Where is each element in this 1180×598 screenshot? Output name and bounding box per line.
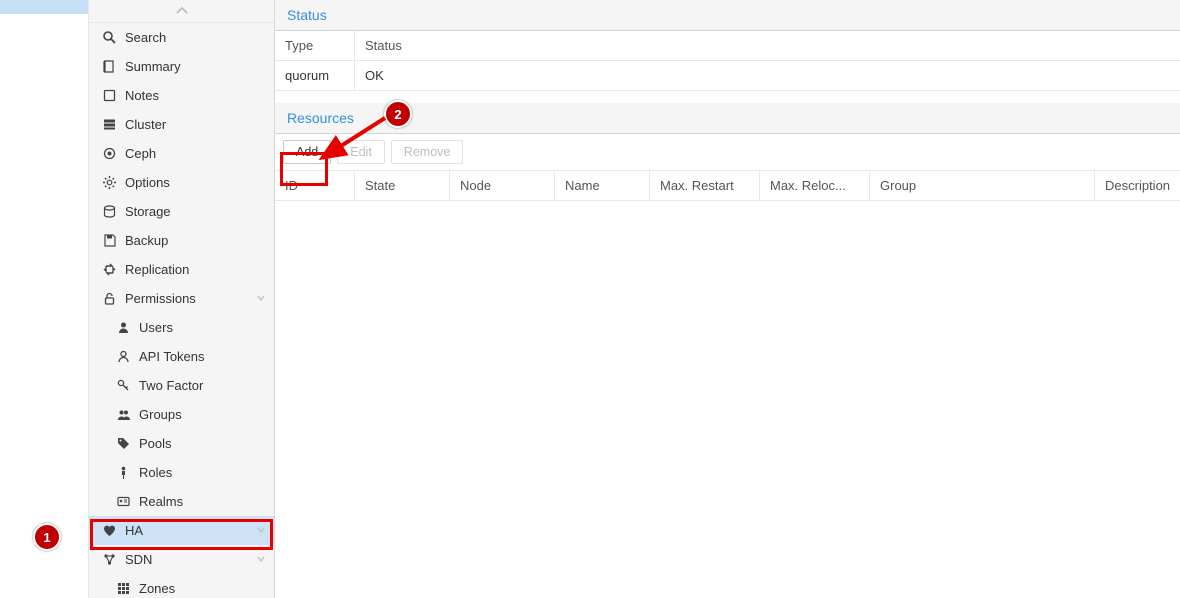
sidebar-item-label: Storage — [125, 204, 171, 219]
sidebar-item-groups[interactable]: Groups — [89, 400, 274, 429]
sidebar-item-pools[interactable]: Pools — [89, 429, 274, 458]
col-group[interactable]: Group — [870, 171, 1095, 200]
tags-icon — [115, 437, 131, 450]
book-icon — [101, 60, 117, 73]
ceph-icon — [101, 147, 117, 160]
gear-icon — [101, 176, 117, 189]
sidebar-item-label: Permissions — [125, 291, 196, 306]
status-panel-header: Status — [275, 0, 1180, 31]
sidebar-item-label: Groups — [139, 407, 182, 422]
chevron-down-icon — [256, 552, 266, 567]
chevron-up-icon — [176, 7, 188, 15]
sidebar-item-replication[interactable]: Replication — [89, 255, 274, 284]
save-icon — [101, 234, 117, 247]
sidebar-item-realms[interactable]: Realms — [89, 487, 274, 516]
sidebar-item-cluster[interactable]: Cluster — [89, 110, 274, 139]
resources-table-header: ID State Node Name Max. Restart Max. Rel… — [275, 171, 1180, 201]
sidebar-item-sdn[interactable]: SDN — [89, 545, 274, 574]
users-icon — [115, 408, 131, 421]
edit-button: Edit — [337, 140, 385, 164]
sidebar-item-api-tokens[interactable]: API Tokens — [89, 342, 274, 371]
sdn-icon — [101, 553, 117, 566]
sidebar-item-ha[interactable]: HA — [89, 516, 274, 545]
remove-button: Remove — [391, 140, 464, 164]
sidebar-item-label: Realms — [139, 494, 183, 509]
resources-toolbar: Add Edit Remove — [275, 134, 1180, 171]
sidebar-collapse[interactable] — [89, 0, 274, 23]
sidebar-item-label: Backup — [125, 233, 168, 248]
sidebar-item-label: HA — [125, 523, 143, 538]
status-table-row: quorum OK — [275, 61, 1180, 91]
sidebar-item-label: Search — [125, 30, 166, 45]
sidebar-item-permissions[interactable]: Permissions — [89, 284, 274, 313]
col-name[interactable]: Name — [555, 171, 650, 200]
col-node[interactable]: Node — [450, 171, 555, 200]
col-max-restart[interactable]: Max. Restart — [650, 171, 760, 200]
search-icon — [101, 31, 117, 44]
sidebar-item-backup[interactable]: Backup — [89, 226, 274, 255]
male-icon — [115, 466, 131, 479]
sidebar-nav: Search Summary Notes Cluster Ceph Options Stor… — [89, 0, 275, 598]
sidebar-item-label: Summary — [125, 59, 181, 74]
sidebar-item-summary[interactable]: Summary — [89, 52, 274, 81]
sidebar-item-two-factor[interactable]: Two Factor — [89, 371, 274, 400]
sidebar-item-label: Replication — [125, 262, 189, 277]
sidebar-item-label: Cluster — [125, 117, 166, 132]
heartbeat-icon — [101, 524, 117, 537]
key-icon — [115, 379, 131, 392]
sidebar-item-label: Users — [139, 320, 173, 335]
usero-icon — [115, 350, 131, 363]
sidebar-item-label: Zones — [139, 581, 175, 596]
th-icon — [115, 582, 131, 595]
retweet-icon — [101, 263, 117, 276]
sidebar-item-options[interactable]: Options — [89, 168, 274, 197]
col-state[interactable]: State — [355, 171, 450, 200]
sidebar-item-label: Notes — [125, 88, 159, 103]
sidebar-item-label: Pools — [139, 436, 172, 451]
col-type: Type — [275, 31, 355, 60]
main-content: Status Type Status quorum OK Resources A… — [275, 0, 1180, 598]
idcard-icon — [115, 495, 131, 508]
sidebar-item-label: Ceph — [125, 146, 156, 161]
user-icon — [115, 321, 131, 334]
server-icon — [101, 118, 117, 131]
sidebar-item-label: SDN — [125, 552, 152, 567]
sidebar-item-label: Roles — [139, 465, 172, 480]
sidebar-item-notes[interactable]: Notes — [89, 81, 274, 110]
col-description[interactable]: Description — [1095, 171, 1180, 200]
col-max-reloc[interactable]: Max. Reloc... — [760, 171, 870, 200]
sidebar-item-ceph[interactable]: Ceph — [89, 139, 274, 168]
cell-type: quorum — [275, 61, 355, 90]
col-id[interactable]: ID — [275, 171, 355, 200]
tree-pane — [0, 0, 89, 598]
sidebar-item-search[interactable]: Search — [89, 23, 274, 52]
resources-panel-header: Resources — [275, 103, 1180, 134]
note-icon — [101, 89, 117, 102]
sidebar-item-label: Options — [125, 175, 170, 190]
sidebar-item-roles[interactable]: Roles — [89, 458, 274, 487]
add-button[interactable]: Add — [283, 140, 331, 164]
storage-icon — [101, 205, 117, 218]
cell-status: OK — [355, 61, 1180, 90]
chevron-down-icon — [256, 523, 266, 538]
sidebar-item-users[interactable]: Users — [89, 313, 274, 342]
chevron-down-icon — [256, 291, 266, 306]
col-status: Status — [355, 31, 1180, 60]
sidebar-item-label: Two Factor — [139, 378, 203, 393]
unlock-icon — [101, 292, 117, 305]
sidebar-item-label: API Tokens — [139, 349, 205, 364]
status-table-header: Type Status — [275, 31, 1180, 61]
sidebar-item-storage[interactable]: Storage — [89, 197, 274, 226]
sidebar-item-zones[interactable]: Zones — [89, 574, 274, 598]
